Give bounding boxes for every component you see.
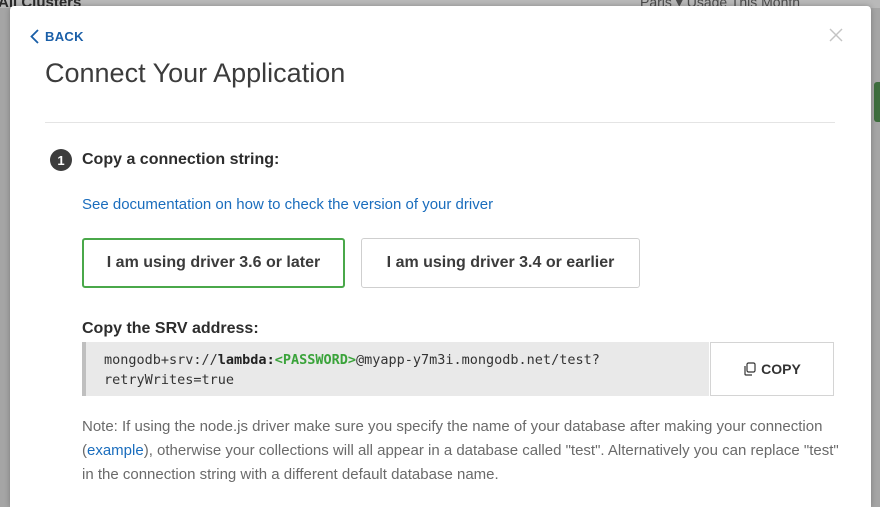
- connect-modal: BACK Connect Your Application 1 Copy a c…: [10, 6, 871, 507]
- note-text-2: ), otherwise your collections will all a…: [82, 442, 839, 483]
- back-button[interactable]: BACK: [30, 29, 84, 44]
- copy-button[interactable]: COPY: [710, 342, 834, 396]
- srv-connection-string[interactable]: mongodb+srv://lambda:<PASSWORD>@myapp-y7…: [82, 342, 709, 396]
- copy-icon: [744, 362, 756, 376]
- srv-address-label: Copy the SRV address:: [82, 320, 259, 337]
- driver-3-6-option[interactable]: I am using driver 3.6 or later: [82, 238, 345, 288]
- srv-colon: :: [266, 352, 275, 368]
- step-label: Copy a connection string:: [82, 151, 280, 168]
- back-label: BACK: [45, 29, 84, 44]
- srv-line-2: retryWrites=true: [104, 372, 235, 388]
- background-left-strip: [0, 8, 10, 507]
- srv-host: @myapp-y7m3i.mongodb.net/test?: [356, 352, 600, 368]
- driver-note: Note: If using the node.js driver make s…: [82, 415, 842, 487]
- documentation-link[interactable]: See documentation on how to check the ve…: [82, 196, 493, 213]
- example-link[interactable]: example: [87, 442, 144, 459]
- close-icon[interactable]: [829, 28, 843, 42]
- copy-label: COPY: [761, 361, 801, 377]
- srv-line-1: mongodb+srv://lambda:<PASSWORD>@myapp-y7…: [104, 350, 699, 370]
- modal-title: Connect Your Application: [45, 58, 346, 88]
- srv-prefix: mongodb+srv://: [104, 352, 218, 368]
- srv-password-placeholder: <PASSWORD>: [274, 352, 356, 368]
- driver-3-4-option[interactable]: I am using driver 3.4 or earlier: [361, 238, 640, 288]
- step-number-badge: 1: [50, 149, 72, 171]
- background-green-button: [874, 82, 880, 122]
- chevron-left-icon: [30, 29, 39, 44]
- srv-user: lambda: [217, 352, 267, 368]
- divider: [45, 122, 835, 123]
- step-header: 1 Copy a connection string:: [50, 149, 279, 171]
